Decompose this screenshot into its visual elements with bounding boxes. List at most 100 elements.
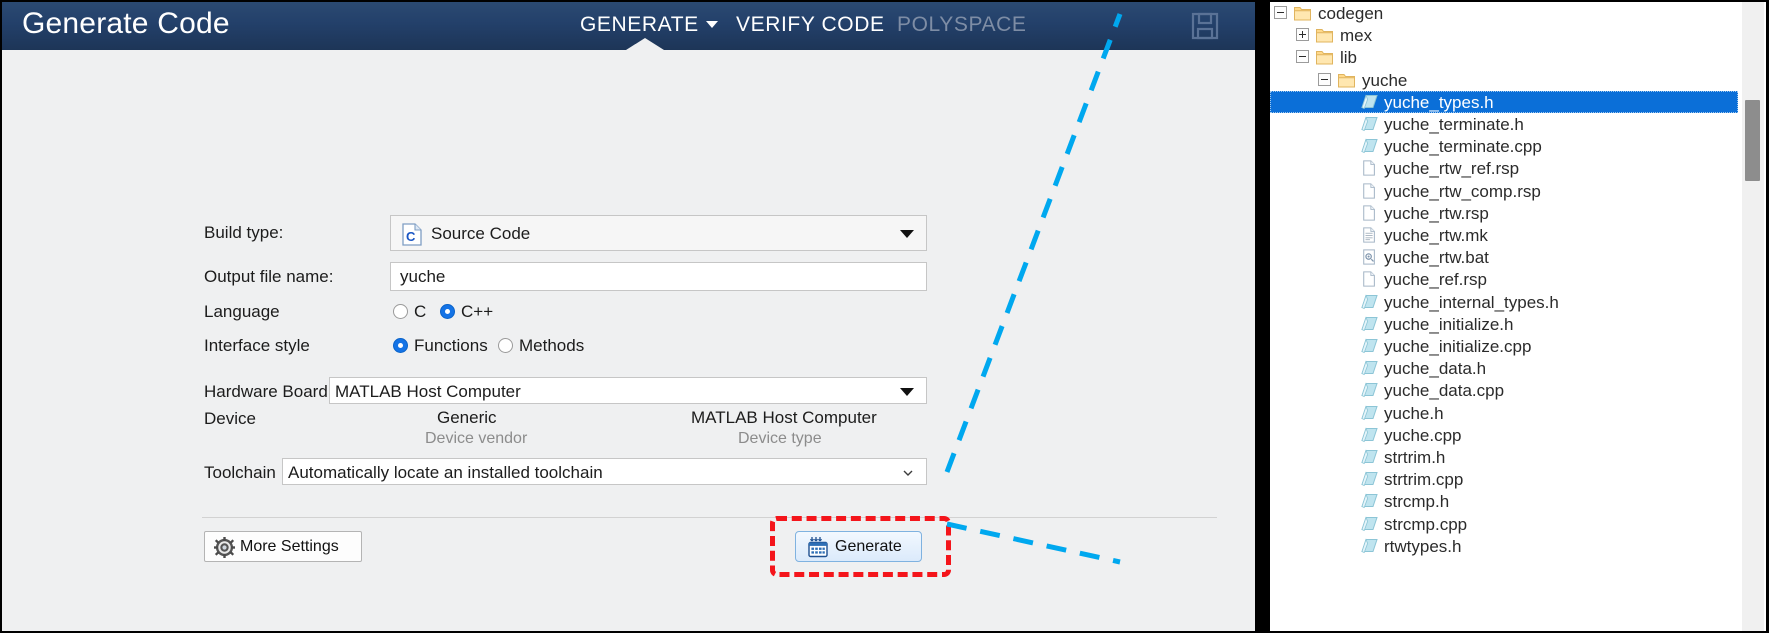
source-file-icon <box>1360 404 1379 421</box>
tree-node-label: yuche_ref.rsp <box>1384 270 1487 290</box>
radio-language-cpp-label[interactable]: C++ <box>461 302 493 322</box>
tree-node-label: yuche_terminate.cpp <box>1384 137 1542 157</box>
svg-text:C: C <box>406 229 416 244</box>
source-file-icon <box>1360 382 1379 398</box>
radio-interface-functions[interactable] <box>393 338 408 353</box>
more-settings-button[interactable]: More Settings <box>204 531 362 562</box>
document-file-icon <box>1360 205 1379 221</box>
tab-verify-code[interactable]: VERIFY CODE <box>736 13 885 37</box>
tree-file-row[interactable]: strcmp.h <box>1270 490 1738 512</box>
tree-scrollbar-track[interactable] <box>1742 2 1764 631</box>
tree-file-row[interactable]: yuche.h <box>1270 402 1738 424</box>
generate-grid-icon <box>807 536 829 558</box>
tree-file-row[interactable]: yuche_initialize.cpp <box>1270 335 1738 357</box>
generate-button[interactable]: Generate <box>795 531 922 562</box>
toolchain-value: Automatically locate an installed toolch… <box>288 463 603 482</box>
source-file-icon <box>1360 449 1379 465</box>
build-type-label: Build type: <box>204 223 284 242</box>
tree-node-label: yuche <box>1362 70 1408 90</box>
tree-node-label: yuche_initialize.cpp <box>1384 337 1532 356</box>
tree-node-label: yuche_initialize.h <box>1384 314 1514 334</box>
tree-node-label: strtrim.h <box>1384 448 1446 467</box>
tree-file-row[interactable]: strtrim.h <box>1270 446 1738 468</box>
tree-file-row[interactable]: yuche_data.h <box>1270 357 1738 379</box>
tree-folder-row[interactable]: codegen <box>1270 2 1738 24</box>
build-type-value: Source Code <box>431 224 531 243</box>
collapse-minus-icon[interactable] <box>1318 72 1331 86</box>
folder-icon <box>1294 4 1311 22</box>
tree-file-row[interactable]: yuche.cpp <box>1270 424 1738 446</box>
tree-node-label: yuche_terminate.h <box>1384 115 1524 134</box>
tree-file-row[interactable]: strcmp.cpp <box>1270 513 1738 535</box>
toolstrip: Generate Code GENERATE VERIFY CODE POLYS… <box>2 2 1255 50</box>
radio-language-c-label[interactable]: C <box>414 302 426 322</box>
tree-file-row[interactable]: yuche_data.cpp <box>1270 379 1738 401</box>
tree-node-label: yuche_rtw_ref.rsp <box>1384 159 1520 179</box>
source-file-icon <box>1360 94 1379 110</box>
tab-polyspace[interactable]: POLYSPACE <box>897 13 1027 37</box>
source-file-icon <box>1360 316 1379 332</box>
toolchain-label: Toolchain <box>204 463 276 482</box>
tree-node-label: strcmp.cpp <box>1384 514 1468 534</box>
tree-file-row[interactable]: yuche_ref.rsp <box>1270 268 1738 290</box>
source-file-icon <box>1360 293 1379 310</box>
document-file-icon <box>1360 227 1379 243</box>
source-file-icon <box>1360 493 1379 509</box>
chevron-down-icon <box>902 466 914 478</box>
hardware-board-value: MATLAB Host Computer <box>335 382 521 401</box>
tree-folder-row[interactable]: yuche <box>1270 69 1738 91</box>
tree-file-row[interactable]: yuche_rtw_ref.rsp <box>1270 157 1738 179</box>
generated-files-tree-panel: codegen mex lib yuche yuche_types.h yuche_ter… <box>1270 2 1766 631</box>
folder-icon <box>1316 26 1333 44</box>
tree-file-row[interactable]: yuche_rtw.bat <box>1270 246 1738 268</box>
tree-node-label: yuche.h <box>1384 403 1444 423</box>
source-file-icon <box>1360 338 1379 354</box>
tree-file-row[interactable]: yuche_rtw_comp.rsp <box>1270 180 1738 202</box>
tree-file-row[interactable]: strtrim.cpp <box>1270 468 1738 490</box>
radio-language-cpp[interactable] <box>440 304 455 319</box>
source-file-icon <box>1360 116 1379 132</box>
output-file-name-value: yuche <box>400 267 446 286</box>
device-vendor-caption: Device vendor <box>425 430 528 447</box>
tree-file-row[interactable]: yuche_rtw.rsp <box>1270 202 1738 224</box>
tree-node-label: yuche_data.h <box>1384 359 1487 379</box>
button-row-divider <box>202 517 1217 518</box>
document-file-icon <box>1360 160 1379 177</box>
tree-file-row[interactable]: yuche_initialize.h <box>1270 313 1738 335</box>
more-settings-label: More Settings <box>240 538 339 555</box>
generate-button-label: Generate <box>835 538 902 555</box>
source-file-icon <box>1360 138 1379 154</box>
tree-file-row[interactable]: rtwtypes.h <box>1270 535 1738 557</box>
document-file-icon <box>1360 249 1379 265</box>
tab-generate[interactable]: GENERATE <box>580 13 718 37</box>
expand-plus-icon[interactable] <box>1296 28 1309 42</box>
tree-node-label: yuche_data.cpp <box>1384 381 1505 401</box>
document-file-icon <box>1360 182 1379 199</box>
radio-interface-methods-label[interactable]: Methods <box>519 336 584 356</box>
tree-node-label: yuche.cpp <box>1384 425 1462 445</box>
tree-folder-row[interactable]: lib <box>1270 46 1738 68</box>
tree-file-row[interactable]: yuche_rtw.mk <box>1270 224 1738 246</box>
collapse-minus-icon[interactable] <box>1274 6 1287 19</box>
tree-node-label: rtwtypes.h <box>1384 536 1462 556</box>
radio-interface-methods[interactable] <box>498 338 513 353</box>
tree-file-row[interactable]: yuche_internal_types.h <box>1270 291 1738 313</box>
gear-icon <box>214 537 235 558</box>
device-label: Device <box>204 409 256 428</box>
radio-language-c[interactable] <box>393 304 408 319</box>
file-tree: codegen mex lib yuche yuche_types.h yuche_ter… <box>1270 2 1738 631</box>
collapse-minus-icon[interactable] <box>1296 50 1309 64</box>
tree-file-row[interactable]: yuche_terminate.cpp <box>1270 135 1738 157</box>
folder-icon <box>1316 48 1333 66</box>
output-file-name-input[interactable] <box>390 262 927 291</box>
tree-folder-row[interactable]: mex <box>1270 24 1738 46</box>
tree-file-row[interactable]: yuche_terminate.h <box>1270 113 1738 135</box>
tree-scrollbar-thumb[interactable] <box>1745 100 1760 181</box>
save-disk-icon[interactable] <box>1190 12 1220 40</box>
tree-node-label: yuche_rtw.bat <box>1384 248 1489 268</box>
tree-node-label: codegen <box>1318 4 1384 23</box>
radio-interface-functions-label[interactable]: Functions <box>414 336 488 356</box>
chevron-down-icon <box>900 230 914 238</box>
tree-node-label: yuche_rtw.mk <box>1384 226 1488 245</box>
tree-file-row[interactable]: yuche_types.h <box>1270 90 1738 113</box>
